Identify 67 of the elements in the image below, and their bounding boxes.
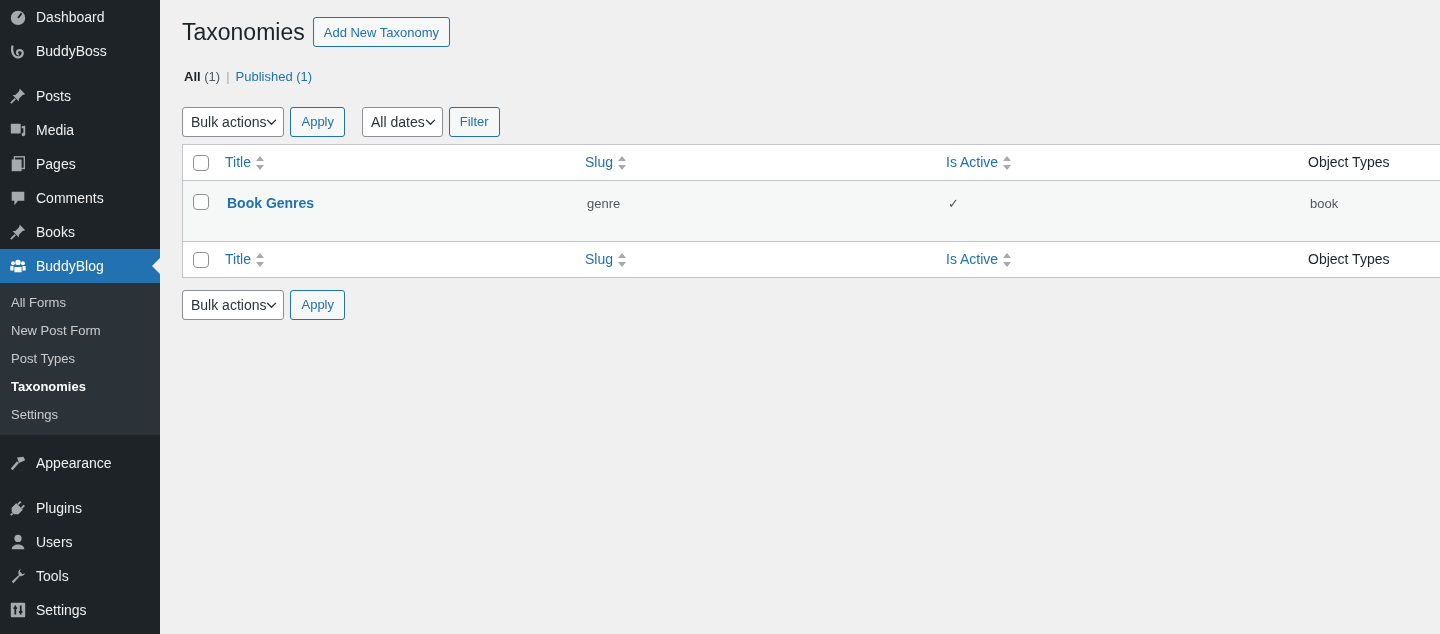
- menu-item[interactable]: Pages: [0, 147, 160, 181]
- menu-item[interactable]: Plugins: [0, 491, 160, 525]
- media-icon: [9, 121, 27, 139]
- menu-item[interactable]: Posts: [0, 79, 160, 113]
- submenu-item[interactable]: New Post Form: [0, 317, 160, 345]
- apply-button[interactable]: Apply: [290, 107, 345, 137]
- sort-arrows-icon: [255, 155, 264, 170]
- row-title-link[interactable]: Book Genres: [227, 195, 315, 211]
- menu-item[interactable]: Users: [0, 525, 160, 559]
- submenu-item[interactable]: Post Types: [0, 345, 160, 373]
- menu-item[interactable]: BuddyBoss: [0, 34, 160, 68]
- column-sort-link[interactable]: Is Active: [946, 152, 1012, 173]
- menu-item[interactable]: Dashboard: [0, 0, 160, 34]
- sort-arrows-icon: [1003, 155, 1012, 170]
- apply-button[interactable]: Apply: [290, 290, 345, 320]
- column-sort-link[interactable]: Slug: [585, 249, 627, 270]
- page-title: Taxonomies: [182, 18, 305, 47]
- column-sort-link[interactable]: Title: [225, 249, 264, 270]
- dropdown[interactable]: Bulk actions: [182, 107, 285, 137]
- menu-item[interactable]: BuddyBlog: [0, 249, 160, 283]
- sort-arrows-icon: [255, 252, 264, 267]
- chevron-down-icon: [266, 118, 278, 126]
- column-header: Object Types: [1308, 153, 1390, 172]
- menu-item[interactable]: Tools: [0, 559, 160, 593]
- pages-icon: [9, 155, 27, 173]
- menu-item[interactable]: Media: [0, 113, 160, 147]
- column-sort-link[interactable]: Is Active: [946, 249, 1012, 270]
- wrench-icon: [9, 567, 27, 585]
- submenu-item[interactable]: Taxonomies: [0, 373, 160, 401]
- paintbrush-icon: [9, 454, 27, 472]
- column-header: Object Types: [1308, 250, 1390, 269]
- checkbox[interactable]: [193, 194, 209, 210]
- table-cell: genre: [587, 196, 621, 211]
- chevron-down-icon: [266, 301, 278, 309]
- sort-arrows-icon: [1003, 252, 1012, 267]
- plug-icon: [9, 499, 27, 517]
- filter-button[interactable]: Filter: [448, 107, 500, 137]
- checkbox[interactable]: [193, 251, 209, 268]
- column-sort-link[interactable]: Slug: [585, 152, 627, 173]
- menu-item[interactable]: Books: [0, 215, 160, 249]
- person-icon: [9, 533, 27, 551]
- sort-arrows-icon: [618, 155, 627, 170]
- checkbox[interactable]: [193, 154, 209, 171]
- view-filter-link[interactable]: All (1): [184, 66, 221, 86]
- sort-arrows-icon: [618, 252, 627, 267]
- table-cell: book: [1310, 196, 1339, 211]
- add-new-button[interactable]: Add New Taxonomy: [312, 17, 451, 48]
- dropdown[interactable]: All dates: [362, 107, 443, 137]
- dropdown[interactable]: Bulk actions: [182, 290, 285, 320]
- current-page-pointer: [152, 258, 160, 274]
- column-sort-link[interactable]: Title: [225, 152, 264, 173]
- chevron-down-icon: [424, 118, 436, 126]
- pin-icon: [9, 223, 27, 241]
- view-filter-link[interactable]: Published (1): [235, 66, 313, 86]
- swirl-icon: [9, 42, 27, 60]
- submenu-item[interactable]: Settings: [0, 401, 160, 429]
- sliders-icon: [9, 601, 27, 619]
- table-cell: ✓: [948, 196, 959, 211]
- separator: |: [226, 67, 230, 86]
- menu-item[interactable]: Appearance: [0, 446, 160, 480]
- submenu-item[interactable]: All Forms: [0, 289, 160, 317]
- pin-icon: [9, 87, 27, 105]
- menu-item[interactable]: Comments: [0, 181, 160, 215]
- people-icon: [9, 257, 27, 275]
- menu-item[interactable]: Settings: [0, 593, 160, 627]
- speech-bubble-icon: [9, 189, 27, 207]
- gauge-icon: [9, 8, 27, 26]
